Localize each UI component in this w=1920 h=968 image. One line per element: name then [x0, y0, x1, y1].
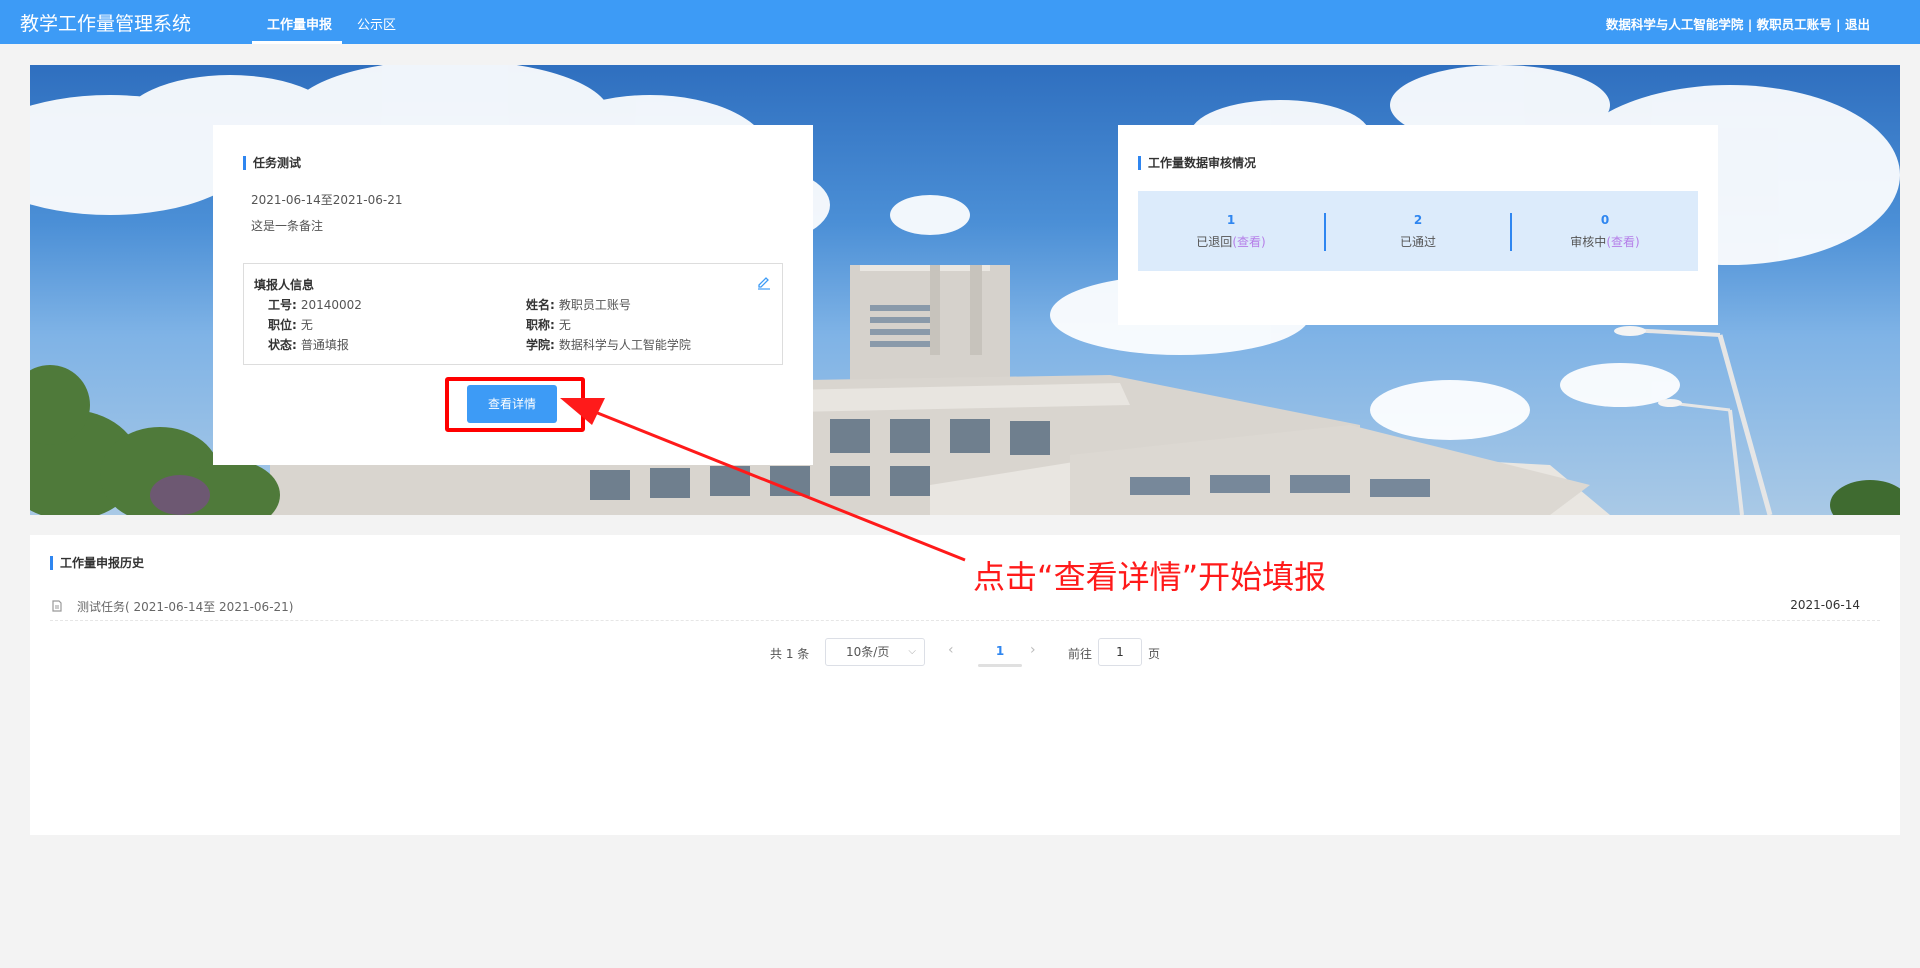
- field-label: 工号:: [268, 298, 297, 312]
- pagination-total: 共 1 条: [770, 647, 810, 661]
- tab-public-area[interactable]: 公示区: [357, 14, 396, 33]
- reporter-info-title: 填报人信息: [254, 278, 315, 292]
- field-label: 职位:: [268, 318, 297, 332]
- returned-label: 已退回(查看): [1138, 233, 1324, 250]
- pending-label: 审核中(查看): [1512, 233, 1698, 250]
- history-task-name[interactable]: 测试任务( 2021-06-14至 2021-06-21): [77, 598, 293, 615]
- field-value: 无: [558, 318, 571, 332]
- audit-pending: 0 审核中(查看): [1512, 191, 1698, 271]
- audit-returned: 1 已退回(查看): [1138, 191, 1324, 271]
- pagination: 共 1 条 10条/页 ⌵ ‹ 1 › 前往 1 页: [30, 637, 1900, 667]
- info-college: 学院: 数据科学与人工智能学院: [526, 336, 691, 353]
- annotation-text: 点击“查看详情”开始填报: [973, 558, 1327, 596]
- page-suffix: 页: [1148, 647, 1161, 661]
- info-employee-id: 工号: 20140002: [268, 296, 362, 313]
- goto-label: 前往: [1068, 647, 1093, 661]
- current-page-indicator: [978, 664, 1022, 667]
- field-label: 学院:: [526, 338, 555, 352]
- info-position: 职位: 无: [268, 316, 313, 333]
- view-pending-link[interactable]: (查看): [1606, 235, 1639, 249]
- passed-count: 2: [1413, 213, 1423, 227]
- separator: |: [1836, 17, 1841, 32]
- app-title: 教学工作量管理系统: [20, 13, 192, 35]
- returned-count: 1: [1226, 213, 1236, 227]
- declaration-history: 工作量申报历史 测试任务( 2021-06-14至 2021-06-21) 20…: [30, 535, 1900, 835]
- edit-icon[interactable]: [756, 274, 772, 290]
- field-label: 状态:: [268, 338, 297, 352]
- active-tab-indicator: [252, 41, 342, 44]
- goto-page-input[interactable]: 1: [1098, 638, 1142, 666]
- field-value: 无: [300, 318, 313, 332]
- page-size-value: 10条/页: [846, 645, 890, 659]
- field-value: 教职员工账号: [558, 298, 631, 312]
- history-date: 2021-06-14: [1790, 598, 1860, 612]
- chevron-down-icon: ⌵: [908, 646, 916, 657]
- info-name: 姓名: 教职员工账号: [526, 296, 631, 313]
- label-text: 已退回: [1196, 235, 1233, 249]
- task-doc-icon: [52, 600, 62, 612]
- audit-title: 工作量数据审核情况: [1138, 156, 1256, 170]
- next-page-button[interactable]: ›: [1030, 642, 1036, 658]
- separator: |: [1747, 17, 1753, 32]
- task-date-range: 2021-06-14至2021-06-21: [251, 193, 403, 207]
- info-title-rank: 职称: 无: [526, 316, 571, 333]
- label-text: 审核中: [1570, 235, 1607, 249]
- field-value: 20140002: [300, 298, 362, 312]
- info-status: 状态: 普通填报: [268, 336, 349, 353]
- reporter-info-box: 填报人信息 工号: 20140002 姓名: 教职员工账号 职位: 无 职称: 无 状态…: [243, 263, 783, 365]
- field-label: 姓名:: [526, 298, 555, 312]
- audit-passed: 2 已通过: [1325, 191, 1511, 271]
- logout-link[interactable]: 退出: [1845, 17, 1870, 32]
- user-college: 数据科学与人工智能学院: [1605, 17, 1744, 32]
- prev-page-button[interactable]: ‹: [948, 642, 954, 658]
- view-returned-link[interactable]: (查看): [1232, 235, 1265, 249]
- user-account[interactable]: 教职员工账号: [1757, 17, 1832, 32]
- field-value: 数据科学与人工智能学院: [558, 338, 691, 352]
- task-remark: 这是一条备注: [251, 219, 324, 233]
- field-label: 职称:: [526, 318, 555, 332]
- task-title: 任务测试: [243, 156, 301, 170]
- history-title: 工作量申报历史: [50, 556, 144, 570]
- page-number-current[interactable]: 1: [985, 644, 1015, 658]
- history-row[interactable]: 测试任务( 2021-06-14至 2021-06-21) 2021-06-14: [50, 597, 1880, 621]
- highlight-box: [445, 377, 585, 432]
- pending-count: 0: [1600, 213, 1610, 227]
- audit-status-card: 工作量数据审核情况 1 已退回(查看) 2 已通过 0 审核中(查看): [1118, 125, 1718, 325]
- passed-label: 已通过: [1399, 235, 1436, 249]
- top-nav-bar: 教学工作量管理系统 工作量申报 公示区 数据科学与人工智能学院 | 教职员工账号…: [0, 0, 1920, 44]
- field-value: 普通填报: [300, 338, 349, 352]
- tab-workload-declare[interactable]: 工作量申报: [267, 14, 332, 33]
- audit-summary-strip: 1 已退回(查看) 2 已通过 0 审核中(查看): [1138, 191, 1698, 271]
- page-size-select[interactable]: 10条/页 ⌵: [825, 638, 925, 666]
- user-area: 数据科学与人工智能学院 | 教职员工账号 | 退出: [1606, 14, 1870, 33]
